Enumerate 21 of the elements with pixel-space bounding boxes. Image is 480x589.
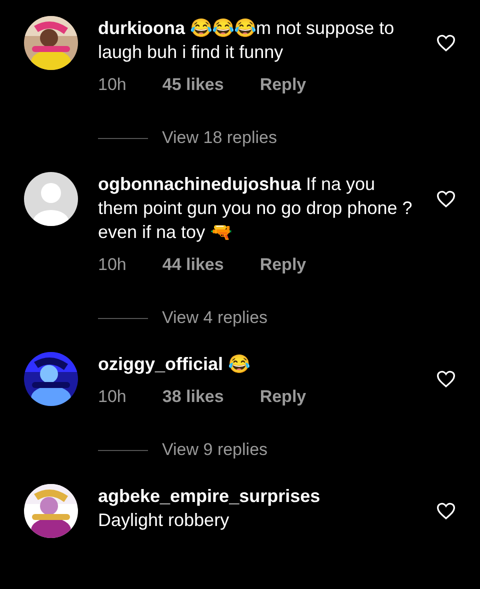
heart-icon[interactable]	[436, 370, 456, 388]
like-count[interactable]: 45 likes	[162, 74, 224, 96]
like-count[interactable]: 44 likes	[162, 254, 224, 276]
view-replies-link[interactable]: View 9 replies	[162, 440, 268, 460]
comment-text: durkioona 😂😂😂m not suppose to laugh buh i find it funny	[98, 17, 396, 64]
view-replies-link[interactable]: View 18 replies	[162, 128, 277, 148]
timestamp: 10h	[98, 74, 126, 96]
view-replies-link[interactable]: View 4 replies	[162, 308, 268, 328]
comment-text: oziggy_official 😂	[98, 353, 252, 376]
heart-icon[interactable]	[436, 190, 456, 208]
comment-text: agbeke_empire_surprises Daylight robbery	[98, 485, 322, 532]
avatar-icon	[24, 172, 78, 226]
comment-text: ogbonnachinedujoshua If na you them point gun you no go drop phone ? even if na toy 🔫	[98, 173, 414, 244]
like-count[interactable]: 38 likes	[162, 386, 224, 408]
reply-link[interactable]: Reply	[260, 74, 306, 96]
heart-icon[interactable]	[436, 502, 456, 520]
timestamp: 10h	[98, 254, 126, 276]
heart-icon[interactable]	[436, 34, 456, 52]
reply-link[interactable]: Reply	[260, 254, 306, 276]
reply-link[interactable]: Reply	[260, 386, 306, 408]
timestamp: 10h	[98, 386, 126, 408]
